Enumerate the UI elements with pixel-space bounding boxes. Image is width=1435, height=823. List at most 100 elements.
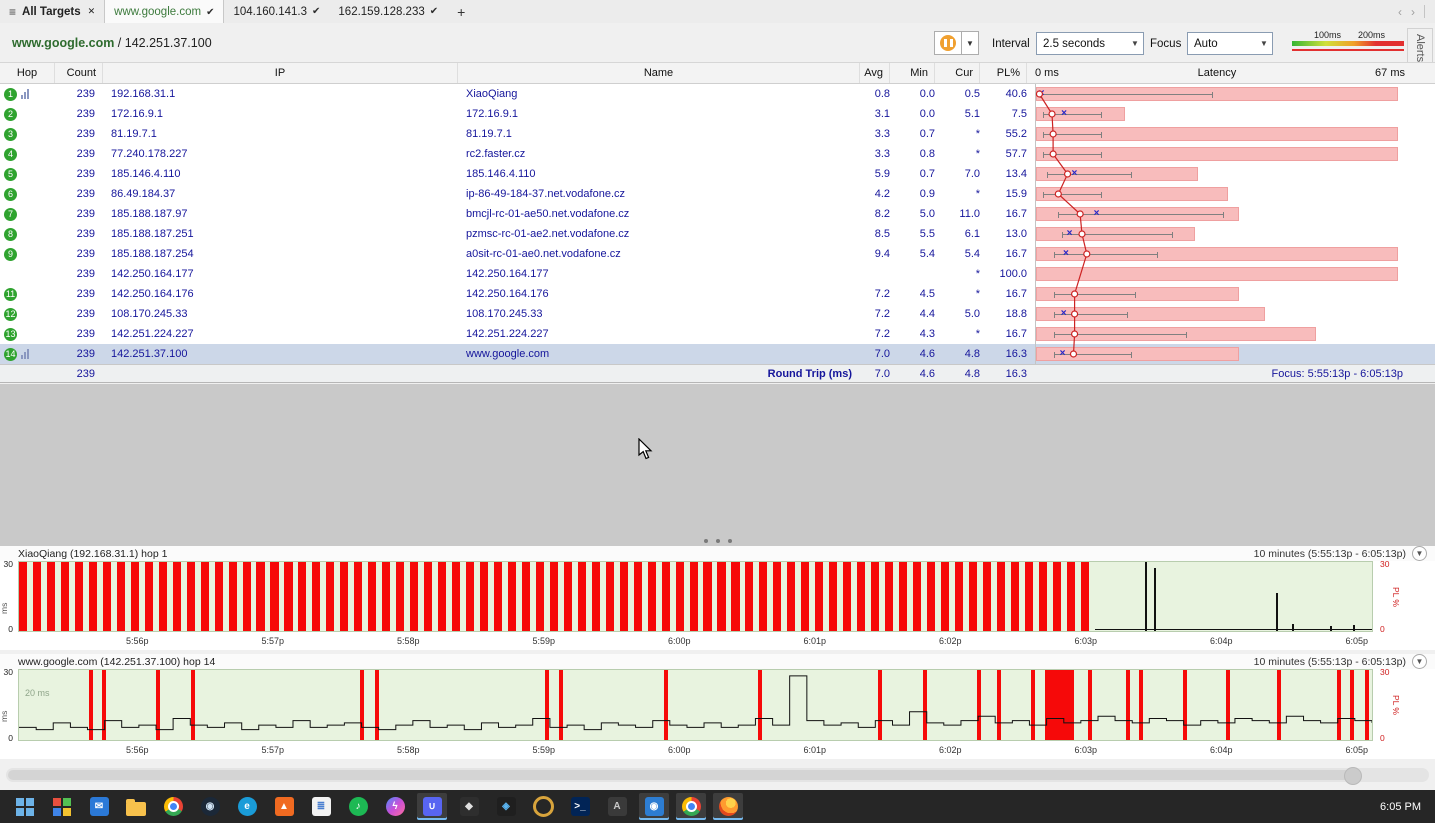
- colorful-app-icon[interactable]: [47, 793, 77, 820]
- dark-app-icon[interactable]: ◆: [454, 793, 484, 820]
- col-cur[interactable]: Cur: [935, 63, 980, 83]
- latency-range-whisker: [1054, 254, 1157, 255]
- splitter-handle[interactable]: [704, 539, 732, 543]
- chrome-icon-active[interactable]: [676, 793, 706, 820]
- round-trip-row: 239 Round Trip (ms) 7.0 4.6 4.8 16.3 Foc…: [0, 364, 1435, 383]
- footer-pl: 16.3: [980, 368, 1027, 380]
- focus-select[interactable]: Auto ▼: [1187, 32, 1273, 55]
- table-row[interactable]: 423977.240.178.227rc2.faster.cz3.30.8*57…: [0, 144, 1435, 164]
- table-row[interactable]: 323981.19.7.181.19.7.13.30.7*55.2: [0, 124, 1435, 144]
- ip-cell: 142.250.164.176: [103, 288, 458, 300]
- current-marker: ×: [1067, 228, 1073, 239]
- packet-loss-bar: [857, 562, 865, 631]
- table-row[interactable]: 13239142.251.224.227142.251.224.2277.24.…: [0, 324, 1435, 344]
- focus-label: Focus: [1150, 38, 1181, 50]
- table-row[interactable]: 9239185.188.187.254a0sit-rc-01-ae0.net.v…: [0, 244, 1435, 264]
- table-row[interactable]: 623986.49.184.37ip-86-49-184-37.net.voda…: [0, 184, 1435, 204]
- camera-app-icon[interactable]: ◉: [639, 793, 669, 820]
- chrome-icon-glyph: [164, 797, 183, 816]
- time-label: 5:59p: [532, 745, 555, 755]
- packet-loss-bar: [47, 562, 55, 631]
- letter-a-app-icon[interactable]: A: [602, 793, 632, 820]
- powershell-icon[interactable]: >_: [565, 793, 595, 820]
- latency-bar: [1036, 267, 1398, 281]
- spotify-icon[interactable]: ♪: [343, 793, 373, 820]
- messenger-icon[interactable]: ϟ: [380, 793, 410, 820]
- code-app-icon[interactable]: ◈: [491, 793, 521, 820]
- packet-loss-bar: [382, 562, 390, 631]
- cur-cell: 11.0: [935, 208, 980, 220]
- tab-all-targets[interactable]: ≡All Targets✕: [0, 0, 104, 23]
- cur-cell: *: [935, 288, 980, 300]
- scrollbar-thumb[interactable]: [8, 770, 1353, 780]
- col-min[interactable]: Min: [890, 63, 935, 83]
- orange-app-icon[interactable]: ▲: [269, 793, 299, 820]
- chrome-icon[interactable]: [158, 793, 188, 820]
- tab-104-160-141-3[interactable]: 104.160.141.3✔: [224, 0, 329, 23]
- graph1-range[interactable]: 10 minutes (5:55:13p - 6:05:13p): [1254, 548, 1406, 560]
- tab-162-159-128-233[interactable]: 162.159.128.233✔: [329, 0, 447, 23]
- pause-dropdown-button[interactable]: ▼: [962, 31, 979, 55]
- pl-cell: 16.7: [980, 328, 1027, 340]
- table-row[interactable]: 239142.250.164.177142.250.164.177*100.0: [0, 264, 1435, 284]
- table-row[interactable]: 8239185.188.187.251pzmsc-rc-01-ae2.net.v…: [0, 224, 1435, 244]
- y-unit-label: ms: [0, 711, 9, 722]
- col-latency[interactable]: 0 ms Latency 67 ms: [1027, 63, 1435, 83]
- col-name[interactable]: Name: [458, 63, 860, 83]
- col-ip[interactable]: IP: [103, 63, 458, 83]
- latency-cell: ×: [1027, 84, 1435, 104]
- graph2-range[interactable]: 10 minutes (5:55:13p - 6:05:13p): [1254, 656, 1406, 668]
- table-row[interactable]: 2239172.16.9.1172.16.9.13.10.05.17.5×: [0, 104, 1435, 124]
- nav-right-icon[interactable]: ›: [1411, 5, 1415, 19]
- col-avg[interactable]: Avg: [860, 63, 890, 83]
- table-row[interactable]: 12239108.170.245.33108.170.245.337.24.45…: [0, 304, 1435, 324]
- nav-left-icon[interactable]: ‹: [1398, 5, 1402, 19]
- chevron-down-icon[interactable]: ▼: [1412, 654, 1427, 669]
- time-label: 6:02p: [939, 745, 962, 755]
- col-pl[interactable]: PL%: [980, 63, 1027, 83]
- edge-icon[interactable]: e: [232, 793, 262, 820]
- hop-chart-icon[interactable]: [21, 89, 29, 99]
- table-row[interactable]: 11239142.250.164.176142.250.164.1767.24.…: [0, 284, 1435, 304]
- legend-red-line: [1292, 49, 1404, 51]
- graph-plot-2[interactable]: 20 ms: [18, 669, 1373, 741]
- latency-graph: ×: [1035, 344, 1405, 364]
- notes-app-icon[interactable]: ≣: [306, 793, 336, 820]
- steam-icon[interactable]: ◉: [195, 793, 225, 820]
- bottom-strip: [0, 759, 1435, 790]
- packet-loss-bar: [815, 562, 823, 631]
- firefox-icon[interactable]: [713, 793, 743, 820]
- chevron-down-icon[interactable]: ▼: [1412, 546, 1427, 561]
- table-row[interactable]: 5239185.146.4.110185.146.4.1105.90.77.01…: [0, 164, 1435, 184]
- packet-loss-bar: [787, 562, 795, 631]
- table-row[interactable]: 1239192.168.31.1XiaoQiang0.80.00.540.6×: [0, 84, 1435, 104]
- file-explorer-icon[interactable]: [121, 793, 151, 820]
- footer-cur: 4.8: [935, 368, 980, 380]
- graph2-header: www.google.com (142.251.37.100) hop 14 1…: [0, 654, 1435, 669]
- discord-icon[interactable]: ∪: [417, 793, 447, 820]
- latency-graph: ×: [1035, 304, 1405, 324]
- mail-app-icon[interactable]: ✉: [84, 793, 114, 820]
- table-row[interactable]: 14239142.251.37.100www.google.com7.04.64…: [0, 344, 1435, 364]
- start-button[interactable]: [10, 793, 40, 820]
- table-row[interactable]: 7239185.188.187.97bmcjl-rc-01-ae50.net.v…: [0, 204, 1435, 224]
- cur-cell: *: [935, 148, 980, 160]
- pause-button[interactable]: [934, 31, 962, 55]
- latency-graph: [1035, 284, 1405, 304]
- system-clock[interactable]: 6:05 PM: [1380, 801, 1435, 813]
- close-icon[interactable]: ✕: [88, 6, 96, 17]
- col-count[interactable]: Count: [55, 63, 103, 83]
- chrome-icon-active-glyph: [682, 797, 701, 816]
- packet-loss-bar: [969, 562, 977, 631]
- graph-plot-1[interactable]: [18, 561, 1373, 632]
- new-tab-button[interactable]: +: [447, 0, 475, 23]
- hop-chart-icon[interactable]: [21, 349, 29, 359]
- horizontal-scrollbar[interactable]: [6, 768, 1429, 782]
- avg-cell: 4.2: [860, 188, 890, 200]
- col-hop[interactable]: Hop: [0, 63, 55, 83]
- scrollbar-knob[interactable]: [1344, 767, 1362, 785]
- ring-app-icon[interactable]: [528, 793, 558, 820]
- tab-www-google-com[interactable]: www.google.com✔: [104, 0, 224, 24]
- interval-select[interactable]: 2.5 seconds ▼: [1036, 32, 1144, 55]
- packet-loss-bar: [284, 562, 292, 631]
